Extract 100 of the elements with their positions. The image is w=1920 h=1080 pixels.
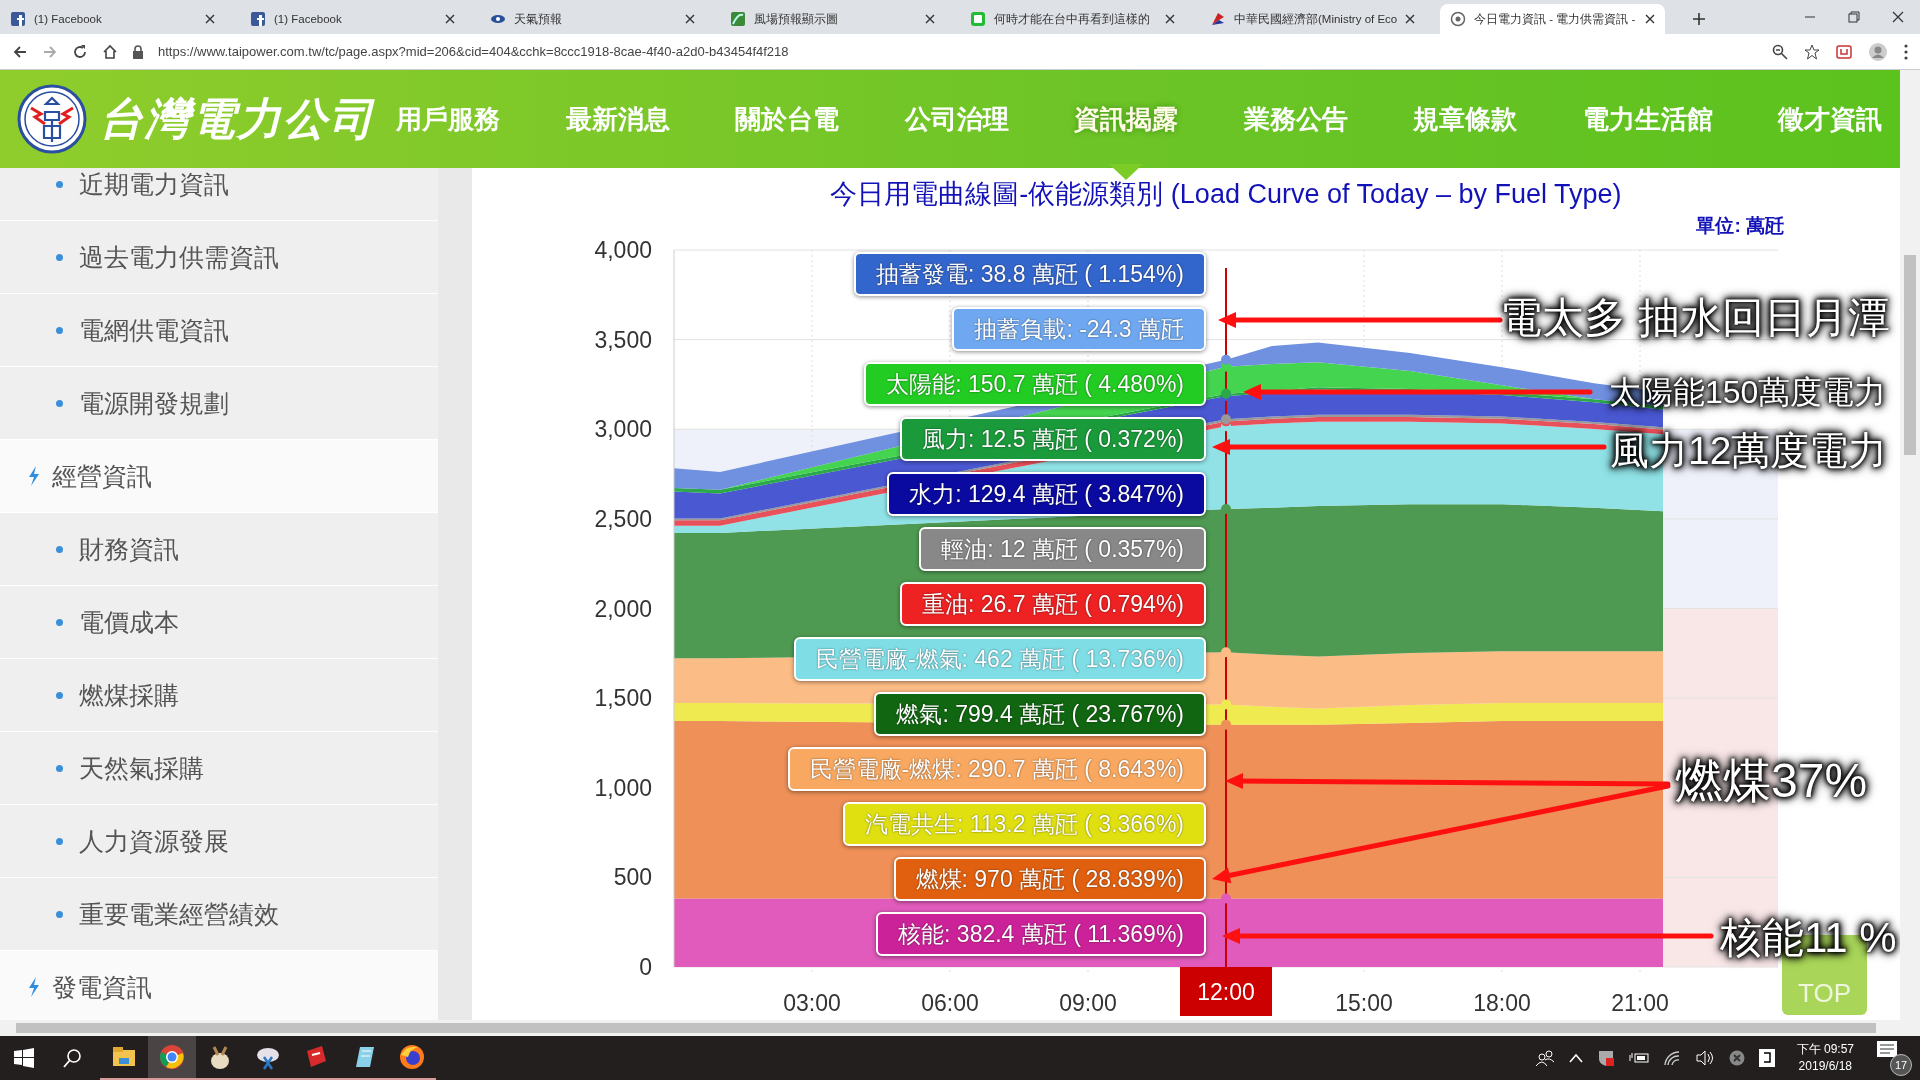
battery-icon[interactable]: [1628, 1051, 1649, 1065]
bullet-icon: [56, 326, 63, 334]
bullet-icon: [56, 618, 63, 626]
tooltip-label: 抽蓄發電: 38.8 萬瓩 ( 1.154%): [853, 252, 1206, 296]
browser-tab[interactable]: (1) Facebook: [240, 4, 465, 34]
sidebar-section[interactable]: 發電資訊: [0, 951, 438, 1020]
chart-title: 今日用電曲線圖-依能源類別 (Load Curve of Today – by Fuel Type): [830, 178, 1622, 211]
clock-date: 2019/6/18: [1798, 1058, 1852, 1075]
menu-icon[interactable]: [1904, 43, 1908, 60]
tooltip-label: 重油: 26.7 萬瓩 ( 0.794%): [899, 582, 1206, 626]
tooltip-label: 太陽能: 150.7 萬瓩 ( 4.480%): [864, 362, 1206, 406]
taskbar-app[interactable]: [148, 1036, 196, 1080]
y-axis-label: 3,000: [594, 416, 652, 443]
sidebar-link[interactable]: 重要電業經營績效: [0, 878, 438, 951]
browser-tab[interactable]: 中華民國經濟部(Ministry of Eco: [1200, 4, 1425, 34]
x-axis-label: 06:00: [921, 990, 979, 1016]
browser-tab[interactable]: 風場預報顯示圖: [720, 4, 945, 34]
lightning-icon: [28, 466, 40, 486]
tooltip-label: 民營電廠-燃氣: 462 萬瓩 ( 13.736%): [793, 637, 1206, 681]
sidebar-link[interactable]: 過去電力供需資訊: [0, 221, 438, 294]
sidebar-section[interactable]: 經營資訊: [0, 440, 438, 513]
y-axis-label: 4,000: [594, 240, 652, 263]
zoom-icon[interactable]: [1772, 43, 1788, 60]
tooltip-label: 燃煤: 970 萬瓩 ( 28.839%): [893, 857, 1206, 901]
close-icon[interactable]: [445, 14, 455, 24]
extension-icon[interactable]: [1836, 43, 1852, 60]
close-icon[interactable]: [1892, 11, 1904, 23]
people-icon[interactable]: [1534, 1049, 1555, 1067]
profile-icon[interactable]: [1868, 41, 1888, 62]
scrollbar-thumb[interactable]: [16, 1023, 1876, 1033]
site-favicon-icon: [1210, 11, 1226, 27]
sidebar-link[interactable]: 天然氣採購: [0, 732, 438, 805]
site-favicon-icon: [730, 11, 746, 27]
reload-icon[interactable]: [72, 43, 88, 60]
shield-icon[interactable]: [1596, 1049, 1615, 1067]
volume-icon[interactable]: [1694, 1050, 1715, 1066]
tooltip-label: 水力: 129.4 萬瓩 ( 3.847%): [887, 472, 1206, 516]
error-icon[interactable]: [1728, 1050, 1745, 1066]
bullet-icon: [56, 691, 63, 699]
tooltip-label: 民營電廠-燃煤: 290.7 萬瓩 ( 8.643%): [787, 747, 1206, 791]
close-icon[interactable]: [1165, 14, 1175, 24]
y-axis-label: 1,500: [594, 685, 652, 712]
bullet-icon: [56, 910, 63, 918]
scrollbar-thumb[interactable]: [1904, 255, 1916, 455]
nav-pointer-icon: [1109, 163, 1143, 180]
browser-tab[interactable]: 天氣預報: [480, 4, 705, 34]
sidebar-link[interactable]: 電價成本: [0, 586, 438, 659]
bullet-icon: [56, 253, 63, 261]
back-icon[interactable]: [12, 43, 28, 60]
bullet-icon: [56, 837, 63, 845]
browser-tab[interactable]: 何時才能在台中再看到這樣的: [960, 4, 1185, 34]
close-icon[interactable]: [685, 14, 695, 24]
x-axis-label: 18:00: [1473, 990, 1531, 1016]
input-method-icon[interactable]: [1758, 1049, 1775, 1067]
tooltip-label: 燃氣: 799.4 萬瓩 ( 23.767%): [874, 692, 1206, 736]
y-axis-label: 2,500: [594, 505, 652, 532]
home-icon[interactable]: [102, 43, 118, 60]
y-axis-label: 1,000: [594, 774, 652, 801]
close-icon[interactable]: [1405, 14, 1415, 24]
site-favicon-icon: [970, 11, 986, 27]
site-favicon-icon: [250, 11, 266, 27]
y-axis-label: 2,000: [594, 595, 652, 622]
wifi-icon[interactable]: [1662, 1050, 1681, 1066]
sidebar-link[interactable]: 近期電力資訊: [0, 168, 438, 221]
y-axis-label: 3,500: [594, 326, 652, 353]
browser-tab[interactable]: 今日電力資訊 - 電力供需資訊 -: [1440, 4, 1665, 34]
sidebar-link[interactable]: 電網供電資訊: [0, 294, 438, 367]
x-axis-label: 21:00: [1611, 990, 1669, 1016]
sidebar-link[interactable]: 燃煤採購: [0, 659, 438, 732]
url-field[interactable]: https://www.taipower.com.tw/tc/page.aspx?mid=206&cid=404&cchk=8ccc1918-8cae-4f40-a2d0-b43454f4f218: [158, 44, 789, 59]
close-icon[interactable]: [1645, 14, 1655, 24]
bullet-icon: [56, 180, 63, 188]
sidebar-link[interactable]: 財務資訊: [0, 513, 438, 586]
x-axis-label: 15:00: [1335, 990, 1393, 1016]
annotation-text: 風力12萬度電力: [1610, 427, 1888, 475]
bullet-icon: [56, 545, 63, 553]
sidebar-link[interactable]: 人力資源發展: [0, 805, 438, 878]
sidebar-link[interactable]: 電源開發規劃: [0, 367, 438, 440]
app-icon: [158, 1043, 186, 1071]
plus-icon[interactable]: [1692, 12, 1706, 26]
browser-tab[interactable]: (1) Facebook: [0, 4, 225, 34]
clock-time: 下午 09:57: [1796, 1041, 1854, 1058]
caret-up-icon[interactable]: [1568, 1053, 1583, 1063]
close-icon[interactable]: [925, 14, 935, 24]
unit-label: 單位: 萬瓩: [1696, 214, 1784, 238]
close-icon[interactable]: [205, 14, 215, 24]
search-icon[interactable]: [62, 1048, 82, 1068]
taskbar-clock[interactable]: 下午 09:57 2019/6/18: [1796, 1041, 1854, 1075]
restore-icon[interactable]: [1848, 11, 1860, 23]
crosshair-label: 12:00: [1197, 979, 1255, 1005]
notification-icon[interactable]: [1876, 1040, 1898, 1060]
lightning-icon: [28, 977, 40, 997]
x-axis-label: 03:00: [783, 990, 841, 1016]
tooltip-label: 輕油: 12 萬瓩 ( 0.357%): [919, 527, 1206, 571]
bullet-icon: [56, 399, 63, 407]
site-favicon-icon: [10, 11, 26, 27]
start-icon[interactable]: [14, 1048, 34, 1068]
y-axis-label: 0: [639, 954, 652, 980]
tooltip-label: 核能: 382.4 萬瓩 ( 11.369%): [876, 912, 1206, 956]
bookmark-star-icon[interactable]: [1804, 43, 1820, 60]
